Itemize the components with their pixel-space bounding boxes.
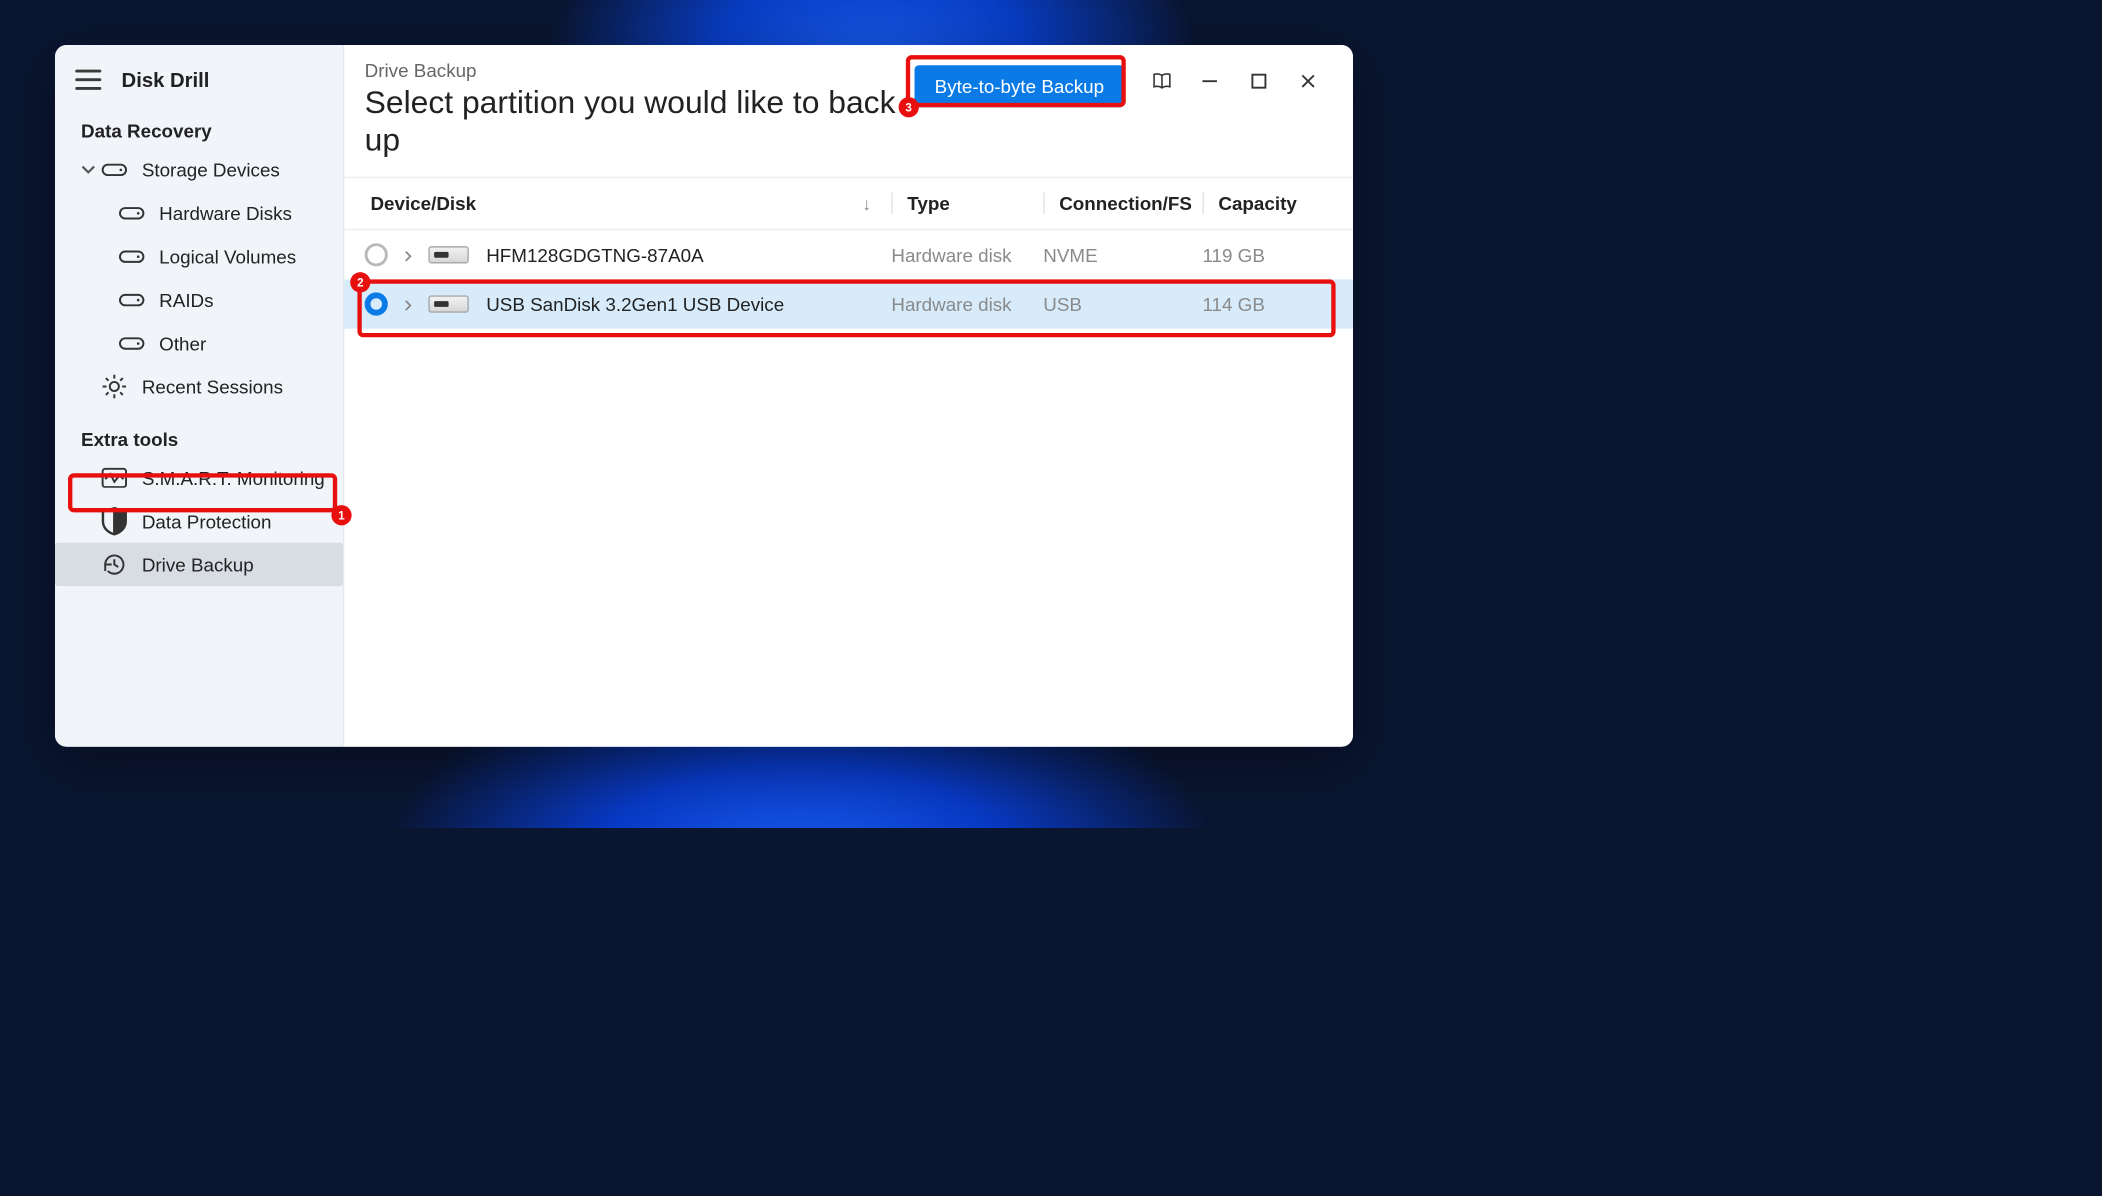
disk-icon [428, 246, 469, 263]
sidebar-item-storage-devices[interactable]: Storage Devices [55, 148, 343, 191]
main-panel: Drive Backup Select partition you would … [344, 45, 1353, 747]
sidebar-item-hardware-disks[interactable]: Hardware Disks [55, 191, 343, 234]
drive-icon [101, 156, 127, 182]
shield-icon [101, 508, 127, 534]
device-connection: USB [1043, 293, 1202, 315]
drive-icon [119, 243, 145, 269]
device-capacity: 114 GB [1202, 293, 1332, 315]
column-connection[interactable]: Connection/FS [1043, 193, 1202, 215]
sidebar-item-label: Storage Devices [142, 159, 280, 181]
sidebar: Disk Drill Data Recovery Storage Devices… [55, 45, 344, 747]
byte-to-byte-backup-button[interactable]: Byte-to-byte Backup [914, 65, 1124, 107]
sidebar-item-label: Hardware Disks [159, 202, 292, 224]
device-capacity: 119 GB [1202, 244, 1332, 266]
disk-icon [428, 295, 469, 312]
sidebar-item-smart[interactable]: S.M.A.R.T. Monitoring [55, 456, 343, 499]
radio-selected[interactable] [365, 292, 388, 315]
sidebar-item-label: Data Protection [142, 510, 272, 532]
device-type: Hardware disk [891, 244, 1043, 266]
sidebar-item-label: Logical Volumes [159, 245, 296, 267]
help-icon[interactable] [1139, 62, 1185, 100]
annotation-badge-3: 3 [899, 97, 919, 117]
sidebar-section-extra-tools: Extra tools [55, 417, 343, 456]
page-title: Select partition you would like to back … [365, 84, 915, 159]
column-device[interactable]: Device/Disk ↓ [365, 193, 892, 215]
chevron-right-icon[interactable] [402, 293, 416, 315]
device-name: USB SanDisk 3.2Gen1 USB Device [486, 293, 891, 315]
sidebar-item-recent-sessions[interactable]: Recent Sessions [55, 365, 343, 408]
table-header: Device/Disk ↓ Type Connection/FS Capacit… [344, 178, 1353, 230]
device-type: Hardware disk [891, 293, 1043, 315]
maximize-button[interactable] [1234, 62, 1283, 100]
app-window: Disk Drill Data Recovery Storage Devices… [55, 45, 1353, 747]
window-controls [1139, 62, 1333, 100]
minimize-button[interactable] [1185, 62, 1234, 100]
column-label: Device/Disk [370, 193, 476, 215]
sidebar-section-data-recovery: Data Recovery [55, 109, 343, 148]
chevron-right-icon[interactable] [402, 244, 416, 266]
column-capacity[interactable]: Capacity [1202, 193, 1332, 215]
gear-icon [101, 373, 127, 399]
menu-icon[interactable] [75, 70, 101, 90]
sidebar-item-drive-backup[interactable]: Drive Backup [55, 543, 343, 586]
sidebar-item-logical-volumes[interactable]: Logical Volumes [55, 235, 343, 278]
drive-icon [119, 200, 145, 226]
breadcrumb: Drive Backup [365, 59, 915, 81]
chevron-down-icon [81, 162, 95, 176]
sort-down-icon: ↓ [862, 193, 871, 213]
table-row[interactable]: HFM128GDGTNG-87A0A Hardware disk NVME 11… [344, 230, 1353, 279]
table-row[interactable]: USB SanDisk 3.2Gen1 USB Device Hardware … [344, 279, 1353, 328]
sidebar-item-data-protection[interactable]: Data Protection [55, 499, 343, 542]
column-type[interactable]: Type [891, 193, 1043, 215]
history-icon [101, 551, 127, 577]
sidebar-item-label: Drive Backup [142, 554, 254, 576]
drive-icon [119, 330, 145, 356]
app-name: Disk Drill [122, 68, 210, 91]
annotation-badge-2: 2 [350, 272, 370, 292]
sidebar-item-raids[interactable]: RAIDs [55, 278, 343, 321]
sidebar-header: Disk Drill [55, 57, 343, 109]
sidebar-item-label: Recent Sessions [142, 376, 283, 398]
radio-unselected[interactable] [365, 243, 388, 266]
titlebar: Drive Backup Select partition you would … [344, 45, 1353, 178]
annotation-badge-1: 1 [331, 505, 351, 525]
device-connection: NVME [1043, 244, 1202, 266]
sidebar-item-label: RAIDs [159, 289, 213, 311]
activity-icon [101, 465, 127, 491]
sidebar-item-label: S.M.A.R.T. Monitoring [142, 467, 325, 489]
sidebar-item-label: Other [159, 332, 206, 354]
sidebar-item-other[interactable]: Other [55, 321, 343, 364]
close-button[interactable] [1284, 62, 1333, 100]
drive-icon [119, 287, 145, 313]
device-name: HFM128GDGTNG-87A0A [486, 244, 891, 266]
